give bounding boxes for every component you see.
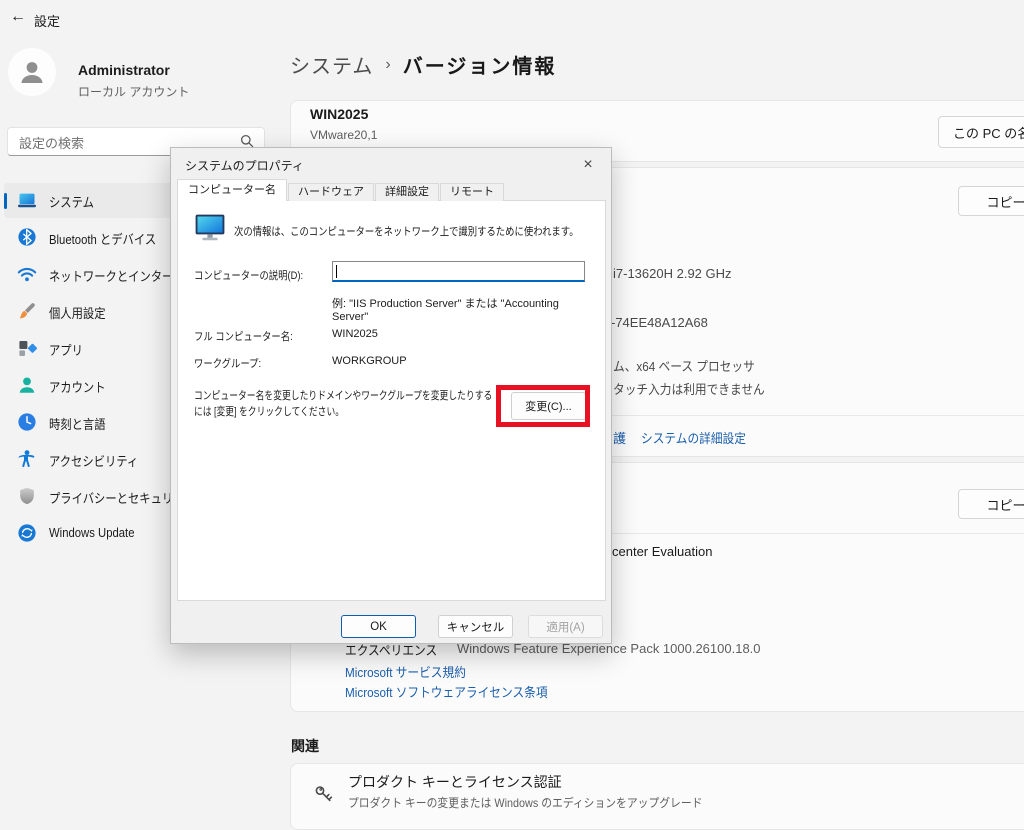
- license-terms-link[interactable]: Microsoft ソフトウェアライセンス条項: [345, 682, 548, 701]
- description-example-line2: Server": [332, 311, 368, 323]
- account-person-icon: [17, 375, 37, 395]
- system-type-value: ム、x64 ベース プロセッサ: [613, 356, 755, 375]
- clock-icon: [17, 412, 37, 432]
- computer-name-tab-page: 次の情報は、このコンピューターをネットワーク上で識別するために使われます。 コン…: [177, 200, 606, 601]
- breadcrumb: システム › バージョン情報: [290, 50, 556, 79]
- apps-icon: [17, 338, 37, 358]
- product-key-title[interactable]: プロダクト キーとライセンス認証: [348, 772, 562, 792]
- tab-computer-name[interactable]: コンピューター名: [177, 179, 287, 201]
- system-laptop-icon: [17, 190, 37, 210]
- change-hint-line1: コンピューター名を変更したりドメインやワークグループを変更したりする: [194, 387, 492, 403]
- shield-icon: [17, 486, 37, 506]
- search-placeholder: 設定の検索: [19, 133, 84, 152]
- red-highlight-annotation: [496, 385, 590, 427]
- chevron-right-icon: ›: [385, 56, 390, 74]
- edition-value: center Evaluation: [612, 544, 712, 559]
- computer-description-input[interactable]: [332, 261, 585, 282]
- page-title: バージョン情報: [403, 50, 557, 79]
- change-hint-line2: には [変更] をクリックしてください。: [194, 403, 344, 419]
- selected-indicator: [4, 193, 7, 209]
- workgroup-label: ワークグループ:: [194, 355, 261, 371]
- text-caret: [336, 265, 337, 278]
- full-computer-name-value: WIN2025: [332, 328, 378, 340]
- search-icon: [240, 134, 254, 148]
- rename-pc-button[interactable]: この PC の名前: [938, 116, 1024, 148]
- key-icon: [312, 782, 336, 806]
- back-arrow-icon[interactable]: ←: [10, 8, 26, 26]
- copy-device-specs-button[interactable]: コピー: [958, 186, 1024, 216]
- window-title: 設定: [34, 11, 60, 30]
- workgroup-value: WORKGROUP: [332, 355, 407, 367]
- services-agreement-link[interactable]: Microsoft サービス規約: [345, 662, 466, 681]
- ok-button[interactable]: OK: [341, 615, 416, 638]
- person-icon: [17, 57, 47, 87]
- bluetooth-icon: [17, 227, 37, 247]
- tab-remote[interactable]: リモート: [440, 183, 504, 201]
- pen-touch-value: タッチ入力は利用できません: [613, 379, 765, 398]
- accessibility-icon: [17, 449, 37, 469]
- full-computer-name-label: フル コンピューター名:: [194, 328, 293, 344]
- tab-advanced[interactable]: 詳細設定: [375, 183, 439, 201]
- computer-monitor-icon: [195, 214, 225, 241]
- description-example-line1: 例: "IIS Production Server" または "Accounti…: [332, 295, 559, 311]
- processor-value: i7-13620H 2.92 GHz: [613, 266, 732, 281]
- device-name: WIN2025: [310, 106, 368, 122]
- user-name: Administrator: [78, 62, 170, 78]
- cancel-button[interactable]: キャンセル: [438, 615, 513, 638]
- copy-windows-specs-button[interactable]: コピー: [958, 489, 1024, 519]
- system-protection-link[interactable]: 護: [613, 428, 626, 447]
- update-icon: [17, 523, 37, 543]
- wifi-icon: [17, 264, 37, 284]
- device-model: VMware20,1: [310, 128, 377, 142]
- related-heading: 関連: [291, 736, 319, 756]
- user-account-type: ローカル アカウント: [78, 83, 189, 100]
- computer-description-label: コンピューターの説明(D):: [194, 267, 303, 283]
- product-key-subtitle: プロダクト キーの変更または Windows のエディションをアップグレード: [348, 794, 702, 811]
- apply-button[interactable]: 適用(A): [528, 615, 603, 638]
- dialog-intro-text: 次の情報は、このコンピューターをネットワーク上で識別するために使われます。: [234, 223, 579, 239]
- system-properties-dialog: システムのプロパティ × コンピューター名 ハードウェア 詳細設定 リモート 次…: [170, 147, 612, 644]
- settings-window: ← 設定 Administrator ローカル アカウント 設定の検索 システム: [0, 0, 1024, 830]
- personalization-brush-icon: [17, 301, 37, 321]
- avatar[interactable]: [8, 48, 56, 96]
- close-icon[interactable]: ×: [573, 152, 603, 178]
- dialog-title: システムのプロパティ: [185, 157, 304, 174]
- dialog-tabs: コンピューター名 ハードウェア 詳細設定 リモート: [177, 179, 505, 201]
- device-id-value: -74EE48A12A68: [611, 315, 708, 330]
- breadcrumb-system[interactable]: システム: [290, 50, 373, 79]
- tab-hardware[interactable]: ハードウェア: [288, 183, 374, 201]
- advanced-system-settings-link[interactable]: システムの詳細設定: [641, 428, 746, 447]
